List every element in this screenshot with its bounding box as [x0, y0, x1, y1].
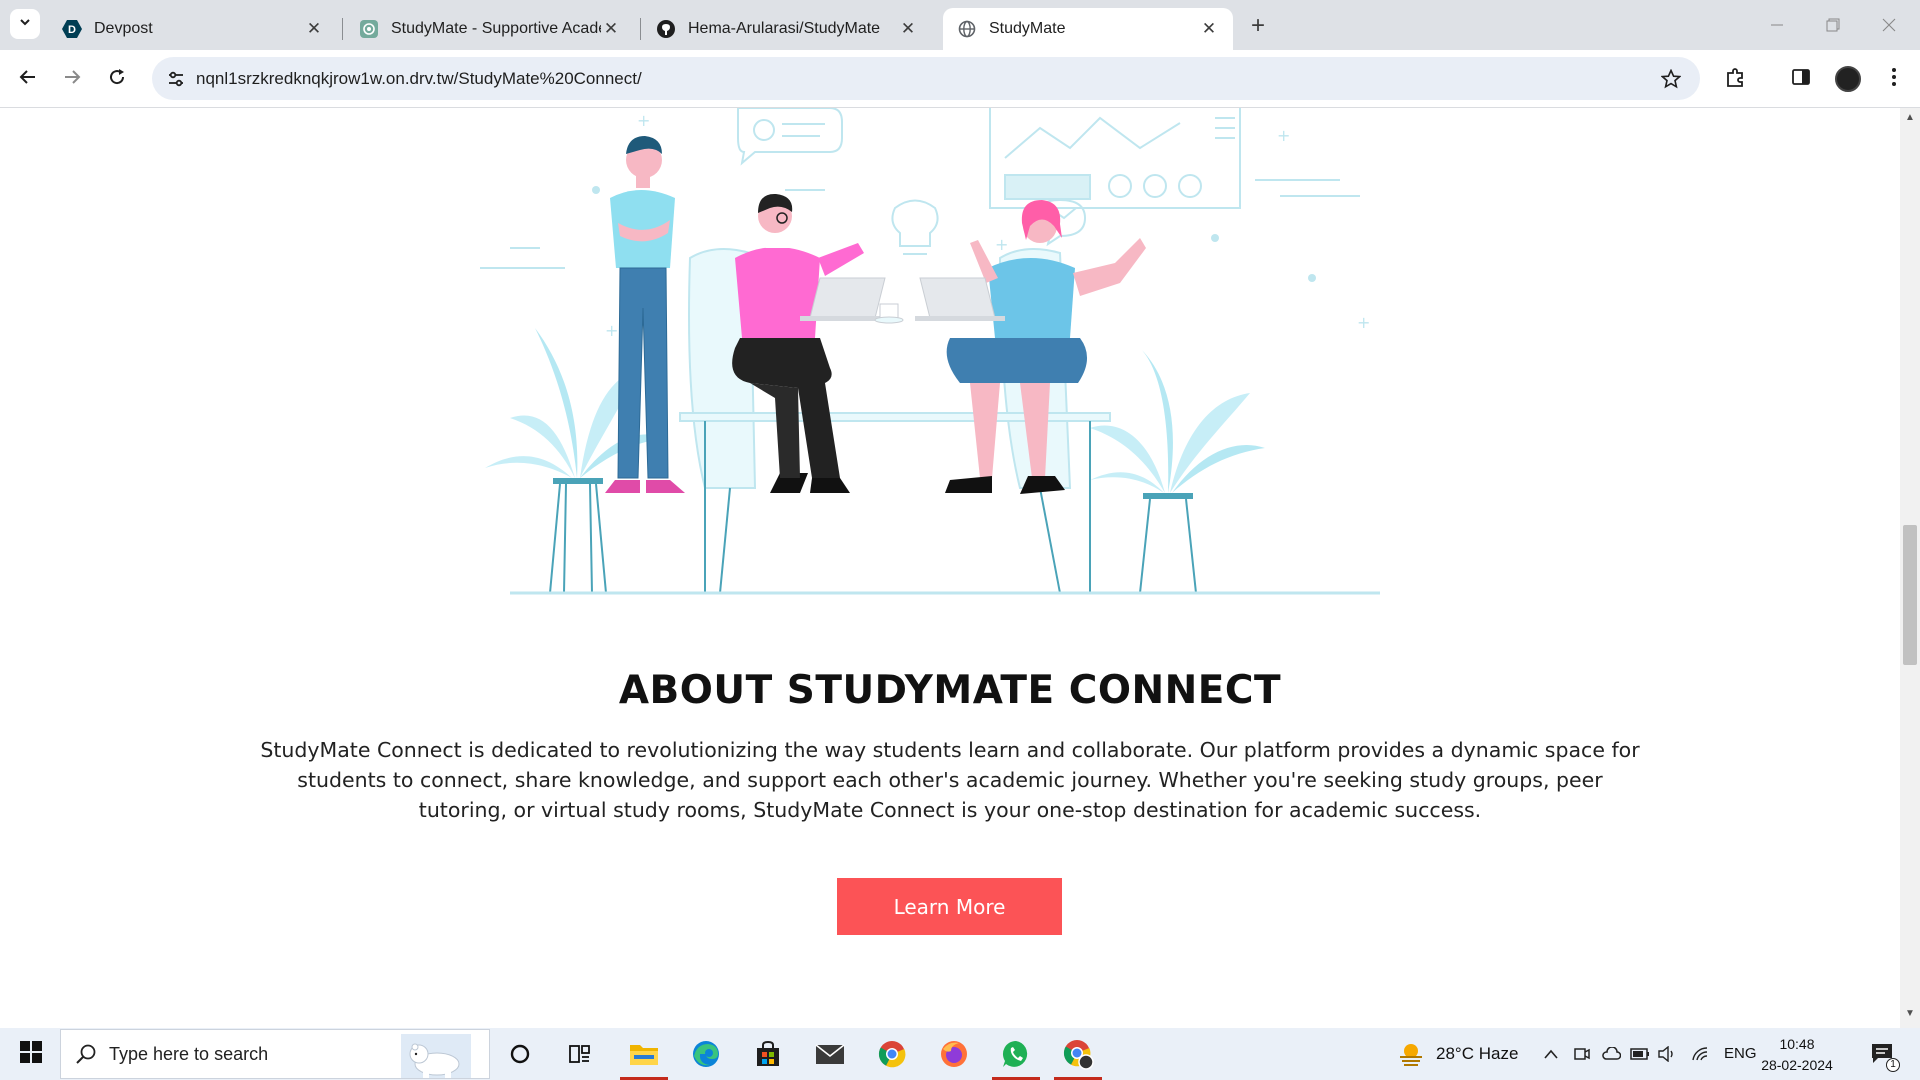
close-icon[interactable]: ✕ [898, 19, 918, 39]
scroll-down-arrow-icon[interactable]: ▼ [1900, 1008, 1920, 1024]
reload-icon [107, 67, 127, 92]
scrollbar-thumb[interactable] [1903, 525, 1917, 665]
about-description: StudyMate Connect is dedicated to revolu… [260, 738, 1640, 822]
restore-button[interactable] [1818, 12, 1848, 38]
kebab-menu-icon [1891, 67, 1897, 92]
battery-icon[interactable] [1629, 1043, 1651, 1065]
tab-strip: D Devpost ✕ StudyMate - Supportive Acade… [0, 0, 1920, 50]
scroll-up-arrow-icon[interactable]: ▲ [1900, 112, 1920, 128]
clock-time: 10:48 [1779, 1036, 1815, 1052]
tab-title: StudyMate [989, 20, 1066, 37]
chrome-profile-icon[interactable] [1052, 1032, 1104, 1080]
windows-logo-icon [20, 1040, 42, 1068]
tab-title: StudyMate - Supportive Academ [391, 20, 601, 37]
arrow-right-icon [62, 67, 82, 92]
store-icon[interactable] [742, 1032, 794, 1076]
taskbar-search-box[interactable]: Type here to search [60, 1029, 490, 1079]
devpost-icon: D [62, 19, 82, 39]
chevron-up-icon[interactable] [1540, 1043, 1562, 1065]
chevron-down-icon [18, 15, 32, 34]
clock-date: 28-02-2024 [1761, 1057, 1833, 1073]
address-bar[interactable]: nqnl1srzkredknqkjrow1w.on.drv.tw/StudyMa… [152, 57, 1700, 100]
page-viewport: + + + + + ABOUT STUDYMATE CONNECT StudyM… [0, 108, 1900, 1028]
tab-devpost[interactable]: D Devpost ✕ [48, 8, 338, 50]
seated-woman [915, 200, 1146, 494]
new-tab-button[interactable]: + [1244, 12, 1272, 40]
firefox-icon[interactable] [928, 1032, 980, 1076]
chrome-icon[interactable] [866, 1032, 918, 1076]
volume-icon[interactable] [1656, 1043, 1678, 1065]
puzzle-icon [1725, 66, 1747, 93]
polar-bear-icon [401, 1034, 471, 1078]
search-placeholder: Type here to search [109, 1043, 269, 1064]
onedrive-cloud-icon[interactable] [1600, 1043, 1622, 1065]
openai-icon [359, 19, 379, 39]
weather-text[interactable]: 28°C Haze [1436, 1044, 1518, 1064]
close-icon[interactable]: ✕ [1199, 19, 1219, 39]
tab-studymate[interactable]: StudyMate ✕ [943, 8, 1233, 50]
tab-studymate-chatgpt[interactable]: StudyMate - Supportive Academ ✕ [345, 8, 635, 50]
reload-button[interactable] [101, 63, 133, 95]
svg-text:+: + [1277, 126, 1290, 145]
search-icon [75, 1043, 97, 1070]
weather-haze-icon[interactable] [1396, 1043, 1426, 1066]
learn-more-button[interactable]: Learn More [837, 878, 1062, 935]
close-icon[interactable]: ✕ [304, 19, 324, 39]
page-scrollbar[interactable]: ▲ ▼ [1900, 108, 1920, 1028]
forward-button[interactable] [56, 63, 88, 95]
wifi-icon[interactable] [1690, 1043, 1712, 1065]
side-panel-button[interactable] [1785, 63, 1817, 95]
svg-text:+: + [995, 235, 1008, 254]
about-title: ABOUT STUDYMATE CONNECT [618, 668, 1282, 713]
minimize-button[interactable] [1762, 12, 1792, 38]
side-panel-icon [1791, 67, 1811, 92]
back-button[interactable] [12, 63, 44, 95]
tab-separator [640, 18, 641, 40]
taskbar-clock[interactable]: 10:48 28-02-2024 [1752, 1034, 1842, 1076]
svg-text:+: + [605, 321, 618, 340]
arrow-left-icon [18, 67, 38, 92]
extensions-button[interactable] [1720, 63, 1752, 95]
svg-text:+: + [637, 111, 650, 130]
whatsapp-icon[interactable] [990, 1032, 1042, 1080]
tab-title: Hema-Arularasi/StudyMate [688, 20, 881, 37]
menu-button[interactable] [1878, 63, 1910, 95]
plant-right [1090, 348, 1265, 594]
svg-text:+: + [1357, 313, 1370, 332]
avatar [1835, 66, 1861, 92]
task-view-icon[interactable] [554, 1032, 606, 1076]
start-button[interactable] [8, 1028, 54, 1080]
cup [874, 303, 904, 324]
tab-separator [342, 18, 343, 40]
file-explorer-icon[interactable] [618, 1032, 670, 1080]
close-icon[interactable]: ✕ [601, 19, 621, 39]
dashboard-graphic [989, 108, 1241, 209]
close-window-button[interactable] [1874, 12, 1904, 38]
tab-search-button[interactable] [10, 9, 40, 39]
site-settings-icon[interactable] [162, 65, 190, 93]
meet-now-icon[interactable] [1571, 1043, 1593, 1065]
browser-toolbar: nqnl1srzkredknqkjrow1w.on.drv.tw/StudyMa… [0, 50, 1920, 108]
windows-taskbar: Type here to search 28°C Haze ENG 10:48 … [0, 1028, 1920, 1080]
github-icon [656, 19, 676, 39]
tab-github[interactable]: Hema-Arularasi/StudyMate ✕ [642, 8, 932, 50]
team-study-illustration: + + + + + [480, 108, 1380, 595]
svg-text:D: D [68, 24, 76, 36]
notification-count-badge: 1 [1886, 1058, 1900, 1072]
mail-icon[interactable] [804, 1032, 856, 1076]
profile-button[interactable] [1832, 63, 1864, 95]
edge-icon[interactable] [680, 1032, 732, 1076]
bookmark-star-icon[interactable] [1658, 66, 1684, 92]
cortana-icon[interactable] [494, 1032, 546, 1076]
globe-icon [957, 19, 977, 39]
url-text[interactable]: nqnl1srzkredknqkjrow1w.on.drv.tw/StudyMa… [196, 69, 642, 89]
tab-title: Devpost [94, 20, 153, 37]
